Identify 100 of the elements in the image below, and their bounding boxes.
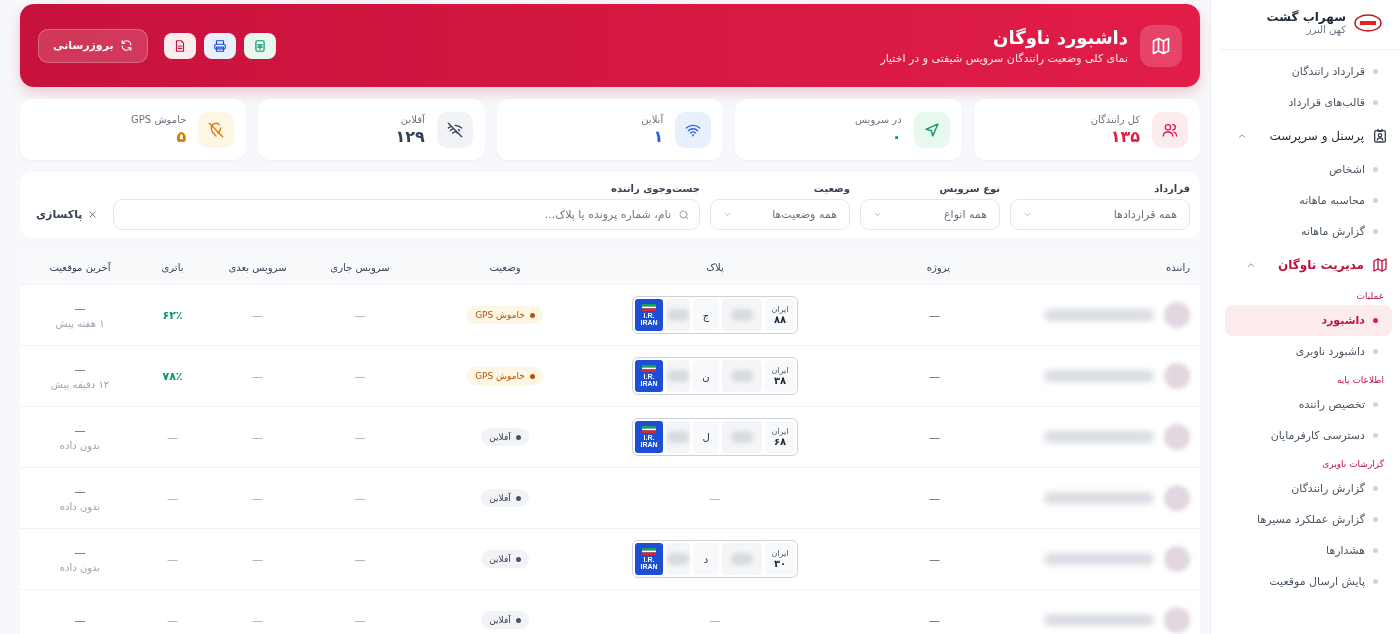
sidebar-item[interactable]: قرارداد رانندگان [1225, 56, 1392, 87]
print-icon [212, 38, 227, 53]
plate-country: ایران [771, 305, 789, 314]
last-seen: ۱ هفته پیش [55, 317, 105, 329]
column-header: سرویس جاری [329, 261, 391, 273]
refresh-icon [119, 39, 133, 52]
table-cell: — [167, 491, 178, 505]
stat-label: آفلاین [399, 113, 425, 125]
table-cell: — [929, 430, 940, 444]
plate-letter: ن [693, 360, 719, 392]
plate-region: ۶۸ [773, 436, 787, 447]
status-badge: آفلاین [481, 489, 529, 507]
sidebar-item[interactable]: داشبورد ناوبری [1225, 336, 1392, 367]
sidebar-item[interactable]: داشبورد [1225, 305, 1392, 336]
refresh-button[interactable]: بروزرسانی [38, 28, 148, 63]
flag-icon [641, 365, 657, 372]
sidebar-group[interactable]: مدیریت ناوگان [1225, 247, 1392, 283]
table-cell: — [252, 369, 263, 383]
status-badge: آفلاین [481, 428, 529, 446]
avatar [1164, 363, 1190, 389]
table-cell: — [354, 552, 366, 566]
id-badge-icon [1372, 128, 1388, 144]
blurred-digits [666, 360, 690, 392]
table-cell: — [74, 301, 86, 315]
status-badge: آفلاین [481, 550, 529, 568]
avatar [1164, 607, 1190, 633]
sidebar-item[interactable]: اشخاص [1225, 154, 1392, 185]
stat-value: ۵ [175, 126, 187, 146]
filter-label: نوع سرویس [938, 183, 1000, 194]
export-excel-button[interactable] [243, 32, 276, 59]
avatar [1164, 424, 1190, 450]
column-header: وضعیت [488, 261, 522, 273]
map-icon [1151, 35, 1171, 56]
table-cell: — [74, 362, 86, 376]
table-cell: — [354, 369, 366, 383]
plate-country: ایران [771, 427, 789, 436]
send-icon [923, 121, 940, 138]
table-cell: — [709, 491, 721, 505]
sidebar-item[interactable]: محاسبه ماهانه [1225, 185, 1392, 216]
sidebar-item[interactable]: گزارش ماهانه [1225, 216, 1392, 247]
stat-label: آنلاین [641, 113, 664, 125]
table-cell: — [252, 491, 263, 505]
stat-label: در سرویس [854, 113, 902, 125]
chevron-down-icon [1023, 210, 1032, 219]
last-seen: ۱۲ دقیقه پیش [50, 378, 110, 390]
plate-letter: ل [693, 421, 719, 453]
plate-region: ۳۰ [773, 558, 787, 569]
last-seen: بدون داده [59, 500, 101, 512]
battery-level: ۶۲٪ [162, 308, 183, 322]
sidebar-item[interactable]: دسترسی کارفرمایان [1225, 420, 1392, 451]
table-cell: — [167, 552, 178, 566]
search-field[interactable]: نام، شماره پرونده یا پلاک... [113, 199, 700, 230]
filter-label: وضعیت [812, 183, 850, 194]
map-icon [1372, 257, 1388, 273]
table-cell: — [354, 308, 366, 322]
section-heading: گزارشات ناوبری [1321, 458, 1385, 471]
page-subtitle: نمای کلی وضعیت رانندگان سرویس شیفتی و در اختیار [880, 51, 1128, 65]
column-header: باتری [160, 261, 185, 273]
chevron-down-icon [723, 210, 732, 219]
print-button[interactable] [203, 32, 236, 59]
plate-country: ایران [771, 366, 789, 375]
column-header: پروژه [925, 261, 950, 273]
blurred-digits [666, 299, 690, 331]
stat-label: کل رانندگان [1090, 113, 1140, 125]
column-header: پلاک [705, 261, 725, 273]
clear-button[interactable]: پاکسازی [32, 199, 104, 230]
battery-level: ۷۸٪ [162, 369, 183, 383]
filter-label: قرارداد [1153, 183, 1190, 194]
sidebar-item[interactable]: گزارش رانندگان [1225, 473, 1392, 504]
export-pdf-button[interactable] [163, 32, 196, 59]
table-cell: — [252, 552, 263, 566]
stat-label: خاموش GPS [131, 113, 187, 125]
table-cell: — [709, 613, 721, 627]
blurred-digits [722, 299, 762, 331]
blurred-digits [722, 543, 762, 575]
sidebar-item[interactable]: تخصیص راننده [1225, 389, 1392, 420]
sidebar-item[interactable]: پایش ارسال موقعیت [1225, 566, 1392, 597]
table-cell: — [167, 430, 178, 444]
dropdown[interactable]: همه وضعیت‌ها [710, 199, 850, 230]
chevron-down-icon [873, 210, 882, 219]
table-cell: — [74, 484, 86, 498]
status-badge: آفلاین [481, 611, 529, 629]
sidebar-item[interactable]: قالب‌های قرارداد [1225, 87, 1392, 118]
plate-letter: ج [693, 299, 719, 331]
location-off-icon [208, 121, 225, 138]
sidebar-item[interactable]: هشدارها [1225, 535, 1392, 566]
filter-label: جست‌وجوی راننده [610, 183, 700, 194]
dropdown[interactable]: همه انواع [860, 199, 1000, 230]
table-cell: — [929, 308, 940, 322]
blurred-digits [722, 360, 762, 392]
plate-region: ۸۸ [773, 314, 787, 325]
table-cell: — [929, 552, 940, 566]
stat-value: ۱۳۵ [1109, 126, 1140, 146]
table-cell: — [74, 613, 86, 627]
wifi-off-icon [446, 121, 463, 138]
dropdown[interactable]: همه قراردادها [1010, 199, 1190, 230]
close-icon [88, 210, 98, 219]
sidebar-item[interactable]: گزارش عملکرد مسیرها [1225, 504, 1392, 535]
section-heading: اطلاعات پایه [1335, 374, 1385, 387]
sidebar-group[interactable]: پرسنل و سرپرست [1225, 118, 1392, 154]
